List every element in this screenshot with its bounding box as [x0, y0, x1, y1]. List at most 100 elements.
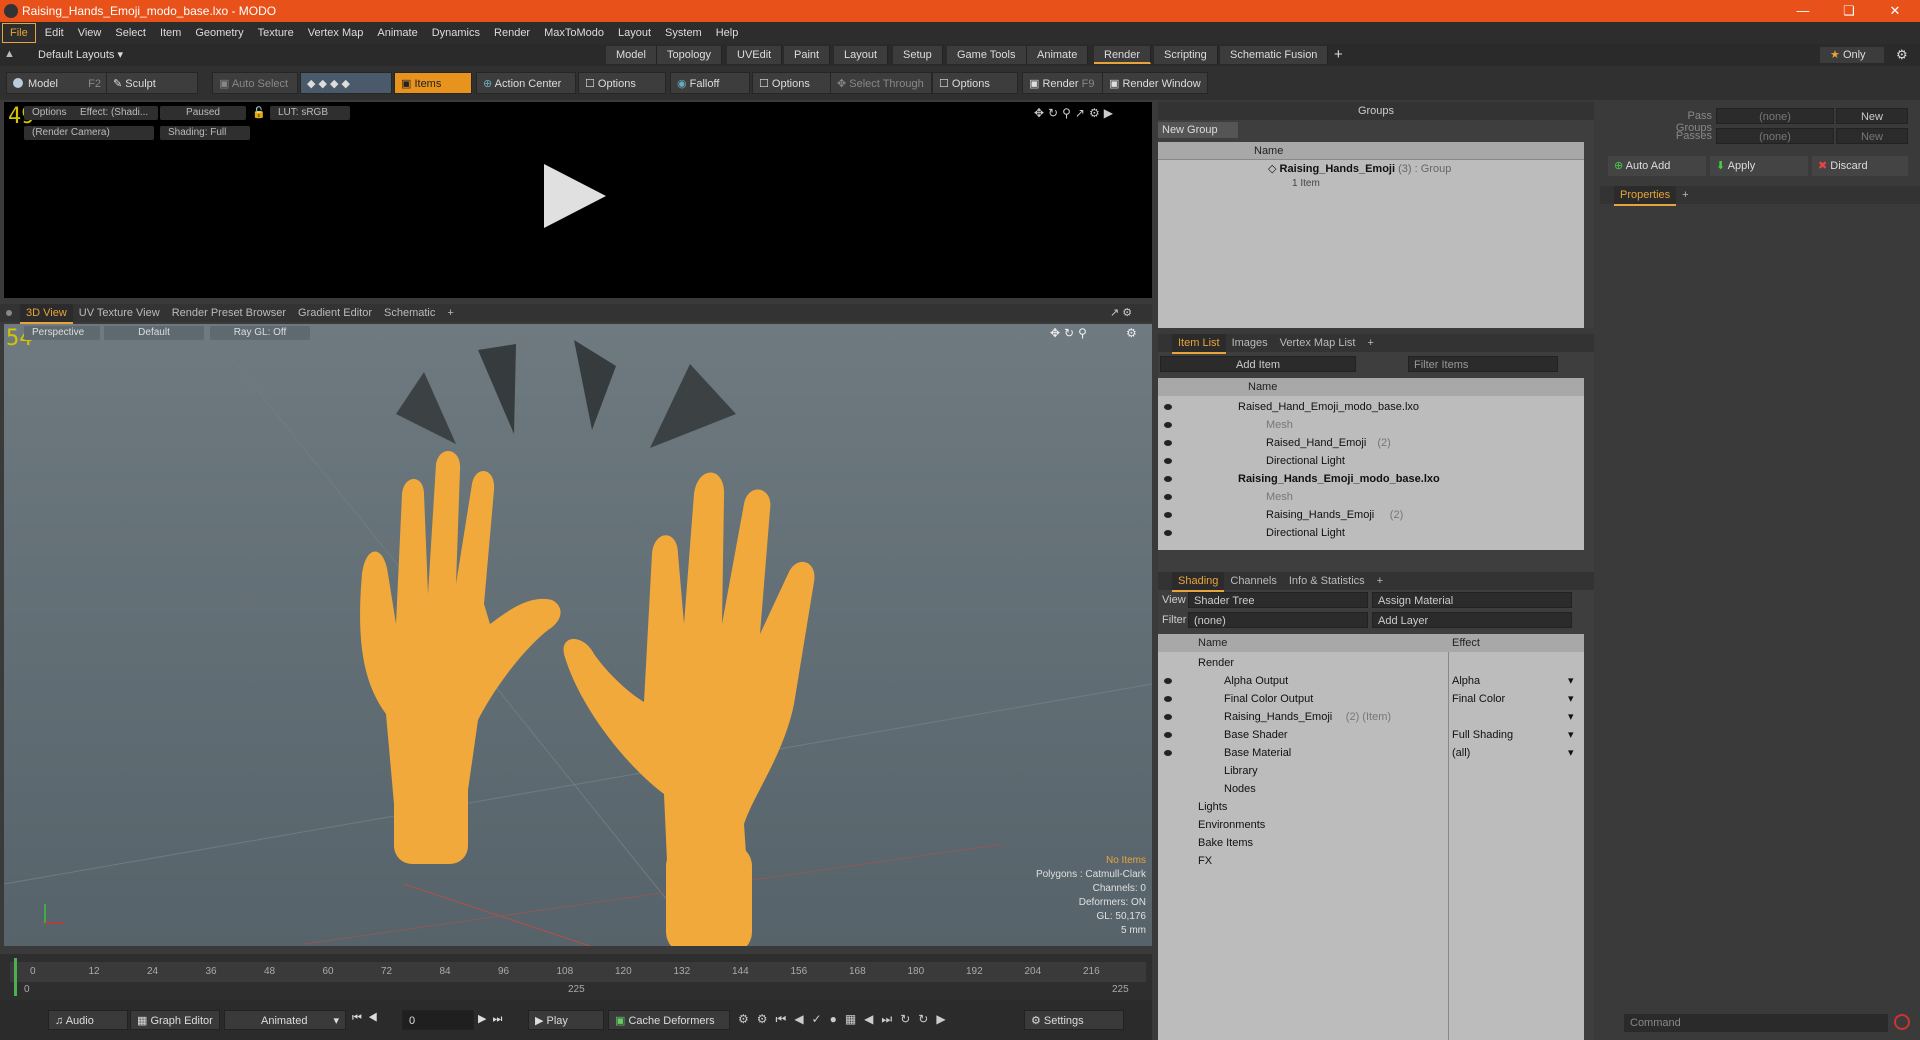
menu-layout[interactable]: Layout: [611, 22, 658, 44]
tab-uvedit[interactable]: UVEdit: [727, 46, 783, 64]
visibility-eye-icon[interactable]: [1162, 510, 1174, 520]
tab-schematic-fusion[interactable]: Schematic Fusion: [1220, 46, 1329, 64]
groups-list[interactable]: Name ◇ Raising_Hands_Emoji (3) : Group 1…: [1158, 142, 1584, 328]
tab-properties[interactable]: Properties: [1614, 186, 1677, 206]
menu-select[interactable]: Select: [108, 22, 153, 44]
item-list-row[interactable]: Directional Light: [1158, 452, 1584, 470]
tab-game-tools[interactable]: Game Tools: [947, 46, 1027, 64]
shader-effect-value[interactable]: Full Shading: [1452, 726, 1513, 744]
tab-uv-texture-view[interactable]: UV Texture View: [73, 304, 166, 322]
menu-maxtomodo[interactable]: MaxToModo: [537, 22, 611, 44]
visibility-eye-icon[interactable]: [1162, 402, 1174, 412]
visibility-eye-icon[interactable]: [1162, 492, 1174, 502]
menu-system[interactable]: System: [658, 22, 709, 44]
lut-dropdown[interactable]: LUT: sRGB: [270, 106, 350, 120]
visibility-eye-icon[interactable]: [1162, 748, 1174, 758]
timeline[interactable]: 0 12 24 36 48 60 72 84 96 108 120 132 144 156 168 180 19…: [0, 954, 1152, 1000]
add-tab-icon[interactable]: +: [1371, 572, 1389, 590]
passes-dropdown[interactable]: (none): [1716, 128, 1834, 144]
shader-tree-row[interactable]: Environments: [1158, 816, 1584, 834]
item-list-row[interactable]: Raised_Hand_Emoji (2): [1158, 434, 1584, 452]
tab-gradient-editor[interactable]: Gradient Editor: [292, 304, 378, 322]
filter-dropdown[interactable]: (none): [1188, 612, 1368, 628]
sculpt-button[interactable]: ✎ Sculpt: [106, 72, 198, 94]
tab-schematic[interactable]: Schematic: [378, 304, 441, 322]
menu-dynamics[interactable]: Dynamics: [425, 22, 487, 44]
stop-icon[interactable]: [1894, 1014, 1910, 1030]
tab-topology[interactable]: Topology: [657, 46, 723, 64]
menu-help[interactable]: Help: [709, 22, 746, 44]
tab-item-list[interactable]: Item List: [1172, 334, 1226, 354]
visibility-eye-icon[interactable]: [1162, 694, 1174, 704]
layout-preset-dropdown[interactable]: Default Layouts ▾: [38, 48, 123, 61]
items-mode-button[interactable]: ▣ Items: [394, 72, 472, 94]
selection-mode-buttons[interactable]: ◆ ◆ ◆ ◆: [300, 72, 392, 94]
item-list-row[interactable]: Raising_Hands_Emoji (2): [1158, 506, 1584, 524]
menu-animate[interactable]: Animate: [370, 22, 424, 44]
item-list-row[interactable]: Directional Light: [1158, 524, 1584, 542]
tab-shading[interactable]: Shading: [1172, 572, 1225, 592]
add-layer-dropdown[interactable]: Add Layer: [1372, 612, 1572, 628]
filter-items-input[interactable]: Filter Items: [1408, 356, 1558, 372]
default-style-dropdown[interactable]: Default: [104, 326, 204, 340]
visibility-eye-icon[interactable]: [1162, 730, 1174, 740]
visibility-eye-icon[interactable]: [1162, 474, 1174, 484]
shading-dropdown[interactable]: Shading: Full: [160, 126, 250, 140]
add-item-dropdown[interactable]: Add Item: [1160, 356, 1356, 372]
falloff-options-button[interactable]: ☐ Options: [752, 72, 832, 94]
item-list-row[interactable]: Raised_Hand_Emoji_modo_base.lxo: [1158, 398, 1584, 416]
tab-3d-view[interactable]: 3D View: [20, 304, 73, 324]
group-row[interactable]: ◇ Raising_Hands_Emoji (3) : Group: [1268, 162, 1451, 175]
item-list[interactable]: Name Raised_Hand_Emoji_modo_base.lxo Mesh…: [1158, 378, 1584, 550]
perspective-dropdown[interactable]: Perspective: [24, 326, 100, 340]
shader-tree[interactable]: Name Effect Render Alpha Output Alpha ▾ Fina…: [1158, 634, 1584, 1040]
tab-animate[interactable]: Animate: [1027, 46, 1089, 64]
tab-model[interactable]: Model: [606, 46, 657, 64]
select-through-button[interactable]: ✥ Select Through: [830, 72, 932, 94]
viewport-nav-icons[interactable]: ✥↻⚲: [1050, 326, 1091, 340]
item-list-row[interactable]: Mesh: [1158, 416, 1584, 434]
key-control-icons[interactable]: ⚙⚙⏮◀✓●▦◀⏭↻↻▶: [738, 1012, 954, 1027]
expand-icon[interactable]: ↗ ⚙: [1110, 304, 1132, 322]
apply-button[interactable]: ⬇ Apply: [1710, 156, 1808, 176]
visibility-eye-icon[interactable]: [1162, 712, 1174, 722]
new-pass-group-button[interactable]: New: [1836, 108, 1908, 124]
tab-setup[interactable]: Setup: [893, 46, 943, 64]
shader-effect-value[interactable]: (all): [1452, 744, 1470, 762]
tab-vertex-map-list[interactable]: Vertex Map List: [1274, 334, 1362, 352]
visibility-eye-icon[interactable]: [1162, 676, 1174, 686]
visibility-eye-icon[interactable]: [1162, 438, 1174, 448]
menu-render[interactable]: Render: [487, 22, 537, 44]
shader-tree-row[interactable]: Bake Items: [1158, 834, 1584, 852]
render-view-nav-icons[interactable]: ✥↻⚲↗⚙▶: [1034, 106, 1117, 120]
tab-images[interactable]: Images: [1226, 334, 1274, 352]
assign-material-button[interactable]: Assign Material: [1372, 592, 1572, 608]
chevron-down-icon[interactable]: ▾: [1568, 744, 1574, 762]
play-button[interactable]: ▶ Play: [528, 1010, 604, 1030]
skip-forward-icons[interactable]: ▶⏭: [478, 1012, 508, 1026]
auto-add-button[interactable]: ⊕ Auto Add: [1608, 156, 1706, 176]
pass-groups-dropdown[interactable]: (none): [1716, 108, 1834, 124]
tab-info-statistics[interactable]: Info & Statistics: [1283, 572, 1371, 590]
restore-icon[interactable]: ❏: [1826, 0, 1872, 22]
shader-tree-row[interactable]: Lights: [1158, 798, 1584, 816]
menu-vertex-map[interactable]: Vertex Map: [301, 22, 371, 44]
render-paused-button[interactable]: Paused: [160, 106, 246, 120]
discard-button[interactable]: ✖ Discard: [1812, 156, 1908, 176]
tab-paint[interactable]: Paint: [784, 46, 831, 64]
chevron-down-icon[interactable]: ▾: [1568, 690, 1574, 708]
tab-scripting[interactable]: Scripting: [1154, 46, 1218, 64]
shader-tree-row[interactable]: Alpha Output Alpha ▾: [1158, 672, 1584, 690]
action-center-button[interactable]: ⊕ Action Center: [476, 72, 576, 94]
shader-tree-row[interactable]: Base Shader Full Shading ▾: [1158, 726, 1584, 744]
add-tab-icon[interactable]: +: [441, 304, 459, 322]
menu-texture[interactable]: Texture: [251, 22, 301, 44]
new-pass-button[interactable]: New: [1836, 128, 1908, 144]
visibility-eye-icon[interactable]: [1162, 528, 1174, 538]
shader-tree-dropdown[interactable]: Shader Tree: [1188, 592, 1368, 608]
menu-geometry[interactable]: Geometry: [188, 22, 250, 44]
menu-edit[interactable]: Edit: [38, 22, 71, 44]
tab-channels[interactable]: Channels: [1224, 572, 1282, 590]
item-list-row[interactable]: Mesh: [1158, 488, 1584, 506]
render-window-button[interactable]: ▣ Render Window: [1102, 72, 1208, 94]
